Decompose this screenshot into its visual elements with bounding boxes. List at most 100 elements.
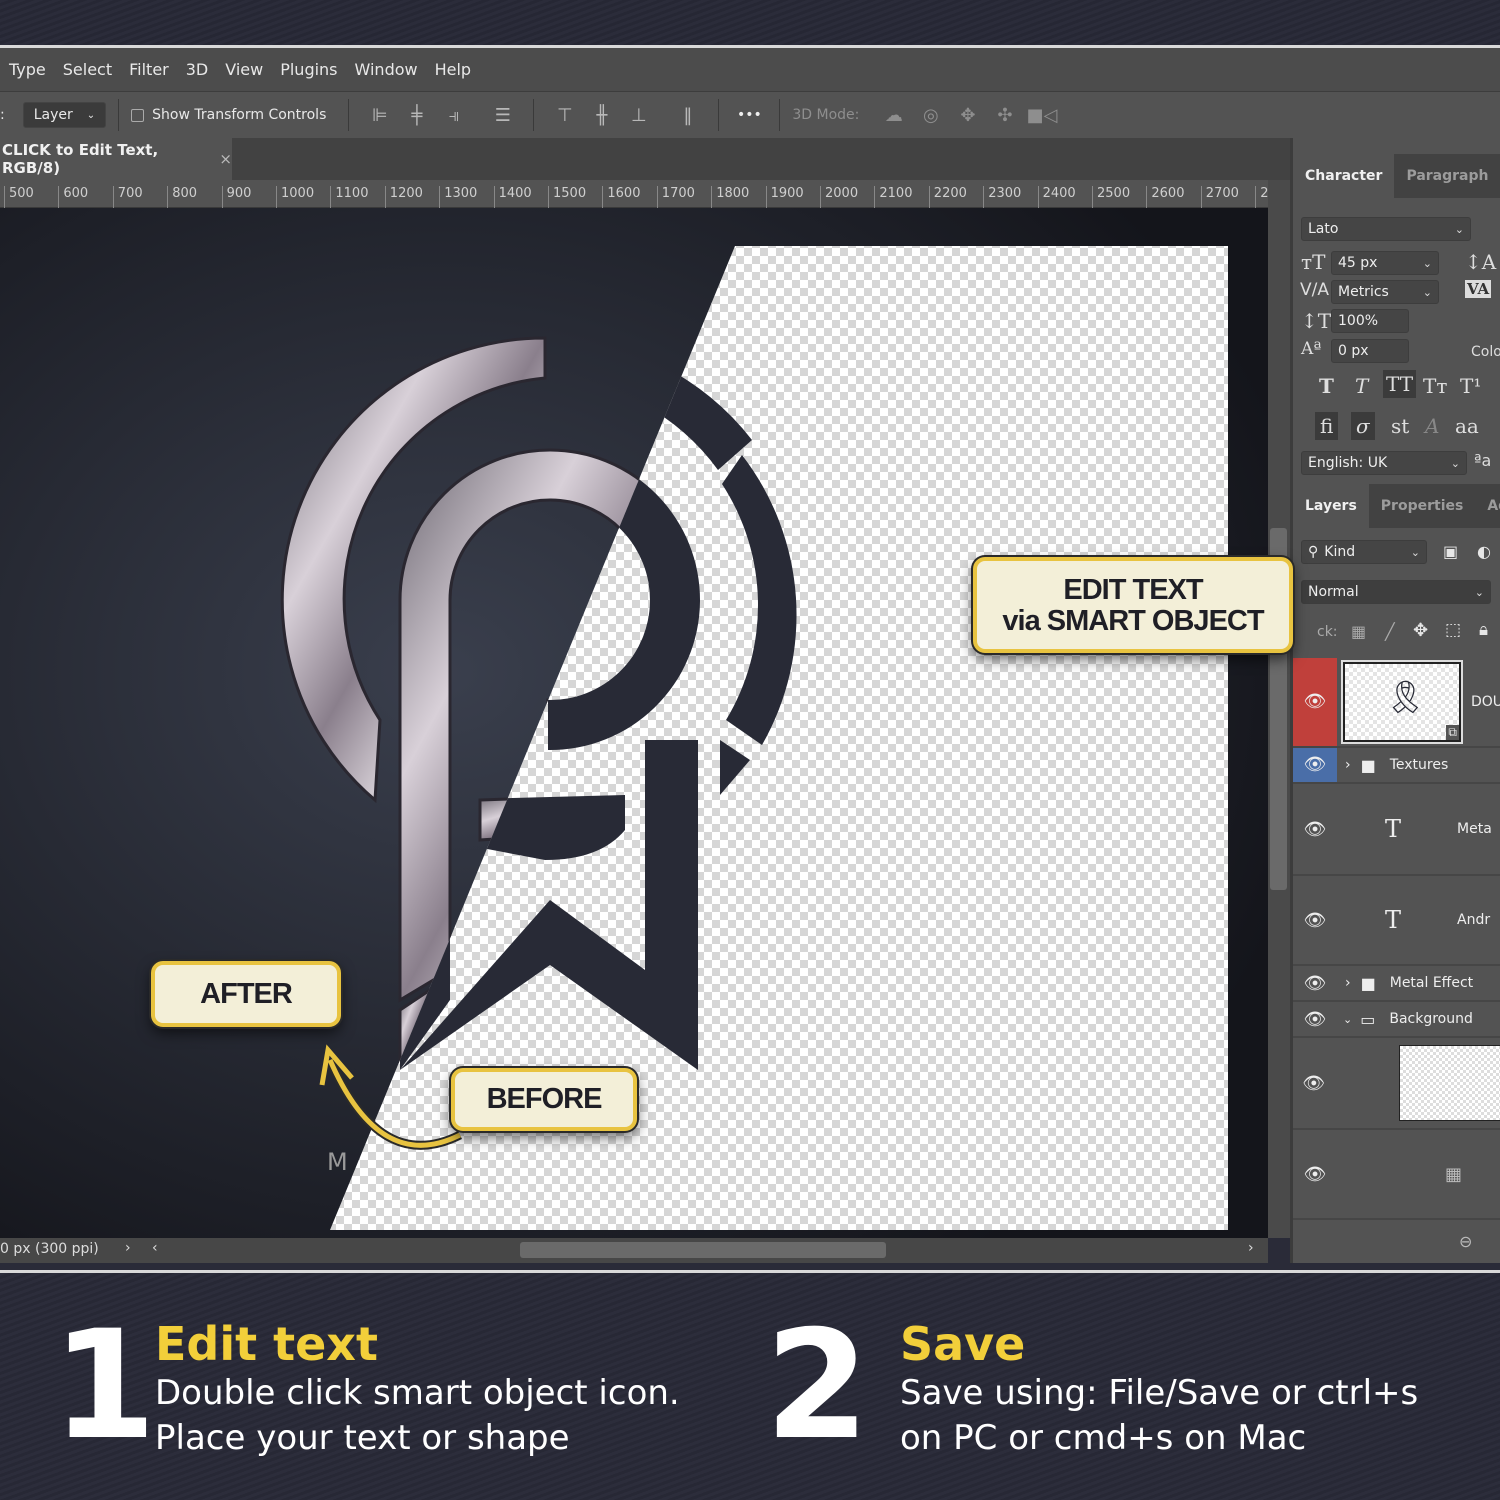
callout-before: BEFORE: [451, 1068, 637, 1131]
font-family-value: Lato: [1308, 221, 1339, 237]
tracking-icon: VA: [1465, 280, 1492, 298]
kerning-value: Metrics: [1338, 284, 1389, 300]
baseline-shift-icon: Aª: [1301, 339, 1322, 359]
character-panel-tabs: Character Paragraph Pa: [1293, 154, 1500, 198]
image-filter-icon[interactable]: ▣: [1443, 542, 1458, 561]
font-size-value: 45 px: [1338, 255, 1378, 271]
ligatures-icon[interactable]: fi: [1315, 412, 1339, 440]
document-info: 0 px (300 ppi): [0, 1241, 99, 1257]
discretionary-ligatures-icon[interactable]: st: [1391, 414, 1409, 438]
award-icon: 🎗︎: [1384, 678, 1426, 716]
layers-panel-tabs: Layers Properties Adju: [1293, 484, 1500, 528]
eye-icon[interactable]: 👁︎: [1293, 1073, 1335, 1094]
eye-icon[interactable]: 👁︎: [1293, 973, 1337, 994]
lock-position-icon[interactable]: ✥: [1413, 620, 1428, 641]
curves-icon: ▦: [1445, 1163, 1463, 1185]
folder-icon: ■: [1360, 755, 1376, 775]
language-value: English: UK: [1308, 455, 1388, 471]
step-description: Save using: File/Save or ctrl+s: [900, 1373, 1419, 1413]
blend-mode-select[interactable]: Normal ⌄: [1301, 580, 1491, 604]
layer-group-textures[interactable]: 👁︎ › ■ Textures: [1293, 748, 1500, 784]
step-title: Save: [900, 1317, 1026, 1371]
folder-open-icon: ▭: [1360, 1009, 1376, 1029]
layer-text-andr[interactable]: 👁︎ T Andr: [1293, 876, 1500, 966]
layer-group-background[interactable]: 👁︎ ⌄ ▭ Background: [1293, 1002, 1500, 1038]
smart-object-thumbnail[interactable]: 🎗︎ ⧉: [1340, 660, 1463, 744]
instructions-banner: 1 Edit text Double click smart object ic…: [0, 1270, 1500, 1500]
step-number: 2: [765, 1299, 870, 1473]
font-family-select[interactable]: Lato ⌄: [1301, 217, 1471, 241]
layer-smart-object[interactable]: 👁︎ 🎗︎ ⧉ DOU: [1293, 658, 1500, 748]
layer-name: Metal Effect: [1389, 975, 1474, 991]
layer-thumbnail[interactable]: [1398, 1045, 1500, 1121]
tab-properties[interactable]: Properties: [1369, 484, 1476, 528]
link-layers-icon[interactable]: ⊖: [1459, 1232, 1472, 1251]
status-next-arrow[interactable]: ›: [125, 1240, 131, 1256]
collapse-chevron-icon[interactable]: ⌄: [1343, 1013, 1352, 1026]
layer-curves-adjustment[interactable]: 👁︎ ▦: [1293, 1130, 1500, 1220]
eye-icon[interactable]: 👁︎: [1293, 910, 1337, 931]
adjustment-filter-icon[interactable]: ◐: [1477, 542, 1491, 561]
layer-group-metal-effect[interactable]: 👁︎ › ■ Metal Effect: [1293, 966, 1500, 1002]
callout-after: AFTER: [151, 961, 341, 1027]
tab-layers[interactable]: Layers: [1293, 484, 1369, 528]
step-description: on PC or cmd+s on Mac: [900, 1418, 1307, 1458]
superscript-icon[interactable]: T¹: [1460, 374, 1481, 398]
font-size-field[interactable]: 45 px ⌄: [1331, 251, 1439, 275]
chevron-down-icon: ⌄: [1410, 545, 1420, 559]
tab-paragraph[interactable]: Paragraph: [1394, 154, 1500, 198]
scroll-left-arrow[interactable]: ‹: [152, 1240, 158, 1256]
callout-line: EDIT TEXT: [1063, 574, 1203, 606]
layer-filter-select[interactable]: ⚲ Kind ⌄: [1301, 540, 1427, 564]
callout-line: via SMART OBJECT: [1002, 605, 1264, 637]
scroll-right-arrow[interactable]: ›: [1248, 1240, 1254, 1256]
chevron-down-icon: ⌄: [1450, 456, 1460, 470]
watermark-text: M: [327, 1148, 348, 1176]
layer-name: Textures: [1389, 757, 1449, 773]
step-title: Edit text: [155, 1317, 378, 1371]
eye-icon[interactable]: 👁︎: [1293, 1164, 1337, 1185]
horizontal-scroll-thumb[interactable]: [520, 1242, 886, 1258]
step-description: Double click smart object icon.: [155, 1373, 680, 1413]
layer-name: Meta: [1457, 821, 1492, 837]
stylistic-alternates-icon[interactable]: aa: [1455, 414, 1479, 438]
lock-artboard-icon[interactable]: ⬚: [1445, 620, 1461, 640]
small-caps-icon[interactable]: Tᴛ: [1423, 374, 1447, 398]
expand-chevron-icon[interactable]: ›: [1345, 757, 1351, 773]
kerning-field[interactable]: Metrics ⌄: [1331, 280, 1439, 304]
folder-icon: ■: [1360, 973, 1376, 993]
eye-icon[interactable]: 👁︎: [1293, 1009, 1337, 1030]
vertical-scale-value: 100%: [1338, 313, 1379, 329]
swash-icon[interactable]: A: [1425, 414, 1439, 438]
color-label: Colo: [1471, 344, 1500, 360]
layer-background-image[interactable]: 👁︎: [1293, 1038, 1500, 1130]
layer-text-meta[interactable]: 👁︎ T Meta: [1293, 784, 1500, 876]
lock-transparency-icon[interactable]: ▦: [1351, 622, 1366, 641]
layer-name: DOU: [1470, 694, 1500, 710]
old-style-icon[interactable]: σ: [1351, 412, 1375, 440]
eye-icon[interactable]: 👁︎: [1293, 658, 1337, 746]
lock-all-icon[interactable]: 🔒︎: [1479, 620, 1488, 640]
layer-name: Andr: [1457, 912, 1491, 928]
anti-alias-icon[interactable]: ªa: [1474, 451, 1491, 470]
tab-character[interactable]: Character: [1293, 154, 1395, 198]
faux-bold-icon[interactable]: T: [1319, 374, 1334, 398]
eye-icon[interactable]: 👁︎: [1293, 748, 1337, 782]
vertical-scale-field[interactable]: 100%: [1331, 309, 1409, 333]
smart-object-badge-icon: ⧉: [1446, 725, 1459, 740]
lock-brush-icon[interactable]: ╱: [1385, 622, 1395, 641]
baseline-shift-field[interactable]: 0 px: [1331, 339, 1409, 363]
tab-adjustments[interactable]: Adju: [1475, 484, 1500, 528]
blend-mode-value: Normal: [1308, 584, 1359, 600]
expand-chevron-icon[interactable]: ›: [1345, 975, 1351, 991]
step-description: Place your text or shape: [155, 1418, 570, 1458]
all-caps-icon[interactable]: TT: [1383, 370, 1417, 398]
language-select[interactable]: English: UK ⌄: [1301, 451, 1467, 475]
chevron-down-icon: ⌄: [1422, 285, 1432, 299]
search-icon: ⚲: [1308, 544, 1319, 560]
faux-italic-icon[interactable]: T: [1355, 374, 1368, 398]
lock-label: ck:: [1317, 624, 1338, 640]
baseline-shift-value: 0 px: [1338, 343, 1369, 359]
eye-icon[interactable]: 👁︎: [1293, 819, 1337, 840]
font-size-icon: ᴛT: [1301, 250, 1326, 274]
